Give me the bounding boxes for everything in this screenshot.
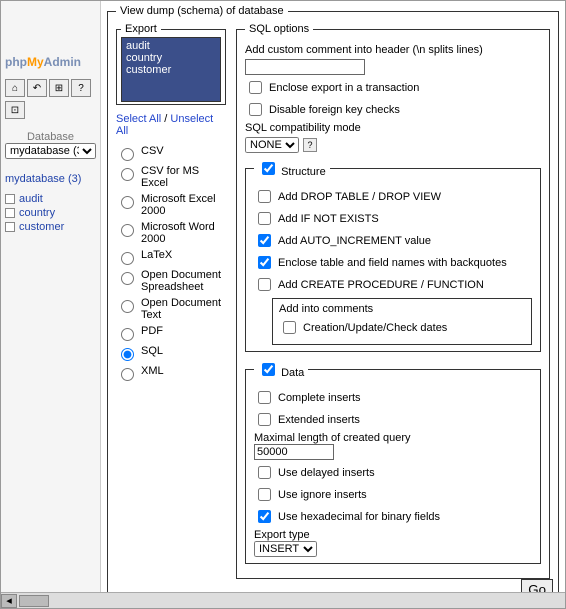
ifnotexists-checkbox[interactable] — [258, 212, 271, 225]
delayed-checkbox[interactable] — [258, 466, 271, 479]
scroll-thumb[interactable] — [19, 595, 49, 607]
format-excel2000[interactable] — [121, 196, 134, 209]
help-icon[interactable]: ? — [71, 79, 91, 97]
custom-comment-label: Add custom comment into header (\n split… — [245, 44, 541, 56]
format-csv-excel[interactable] — [121, 168, 134, 181]
structure-toggle[interactable] — [262, 162, 275, 175]
export-type-select[interactable]: INSERT — [254, 541, 317, 557]
procedure-checkbox[interactable] — [258, 278, 271, 291]
complete-inserts-checkbox[interactable] — [258, 391, 271, 404]
format-ods[interactable] — [121, 272, 134, 285]
maxlen-label: Maximal length of created query — [254, 432, 532, 444]
disable-fk-checkbox[interactable] — [249, 103, 262, 116]
database-select[interactable]: mydatabase (3) — [5, 143, 96, 159]
format-sql[interactable] — [121, 348, 134, 361]
maxlen-input[interactable] — [254, 444, 334, 460]
sql-options-legend: SQL options — [245, 23, 313, 35]
current-db[interactable]: mydatabase (3) — [5, 173, 96, 185]
custom-comment-input[interactable] — [245, 59, 365, 75]
table-icon — [5, 208, 15, 218]
dump-fieldset: View dump (schema) of database Export au… — [107, 5, 559, 594]
panel-title: View dump (schema) of database — [116, 5, 288, 17]
format-latex[interactable] — [121, 252, 134, 265]
sql-icon[interactable]: ⊞ — [49, 79, 69, 97]
database-label: Database — [5, 131, 96, 143]
autoinc-checkbox[interactable] — [258, 234, 271, 247]
main-panel: View dump (schema) of database Export au… — [101, 1, 565, 608]
table-item[interactable]: audit — [5, 193, 96, 205]
table-icon — [5, 194, 15, 204]
query-icon[interactable]: ⊡ — [5, 101, 25, 119]
table-icon — [5, 222, 15, 232]
scroll-left-icon[interactable]: ◂ — [1, 594, 17, 608]
backquotes-checkbox[interactable] — [258, 256, 271, 269]
extended-inserts-checkbox[interactable] — [258, 413, 271, 426]
sidebar: phpMyAdmin ⌂ ↶ ⊞ ? ⊡ Database mydatabase… — [1, 1, 101, 608]
enclose-tx-checkbox[interactable] — [249, 81, 262, 94]
format-word2000[interactable] — [121, 224, 134, 237]
ignore-checkbox[interactable] — [258, 488, 271, 501]
compat-select[interactable]: NONE — [245, 137, 299, 153]
format-xml[interactable] — [121, 368, 134, 381]
format-csv[interactable] — [121, 148, 134, 161]
logo: phpMyAdmin — [5, 55, 96, 69]
select-all-link[interactable]: Select All — [116, 113, 161, 125]
compat-label: SQL compatibility mode — [245, 122, 541, 134]
format-pdf[interactable] — [121, 328, 134, 341]
creation-dates-checkbox[interactable] — [283, 321, 296, 334]
hexbin-checkbox[interactable] — [258, 510, 271, 523]
add-comments-label: Add into comments — [279, 303, 525, 315]
home-icon[interactable]: ⌂ — [5, 79, 25, 97]
format-odt[interactable] — [121, 300, 134, 313]
table-listbox[interactable]: audit country customer — [121, 37, 221, 102]
table-item[interactable]: country — [5, 207, 96, 219]
drop-checkbox[interactable] — [258, 190, 271, 203]
data-toggle[interactable] — [262, 363, 275, 376]
exptype-label: Export type — [254, 529, 532, 541]
toolbar: ⌂ ↶ ⊞ ? — [5, 79, 96, 97]
horizontal-scrollbar[interactable]: ◂ — [1, 592, 565, 608]
table-item[interactable]: customer — [5, 221, 96, 233]
help-icon[interactable]: ? — [303, 138, 317, 152]
back-icon[interactable]: ↶ — [27, 79, 47, 97]
export-legend: Export — [121, 23, 161, 35]
